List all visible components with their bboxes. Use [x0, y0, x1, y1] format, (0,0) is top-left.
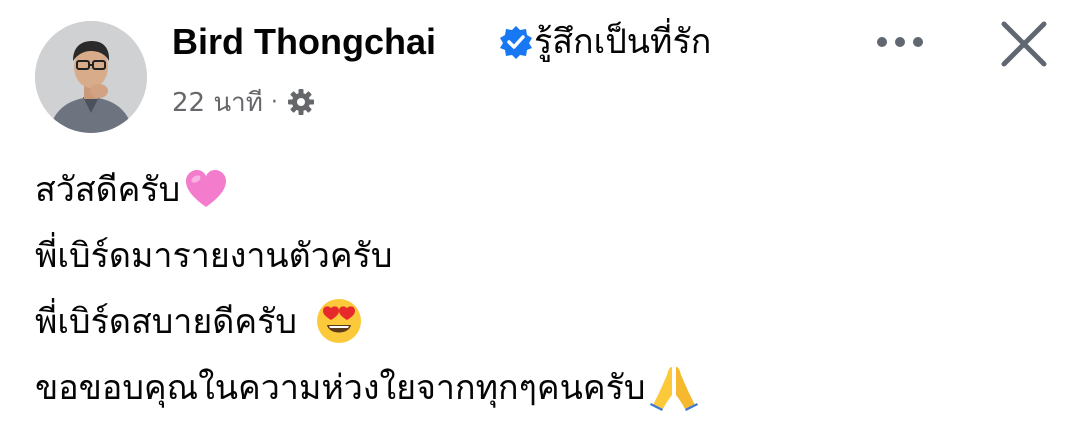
post-line: พี่เบิร์ดสบายดีครับ	[35, 288, 1055, 354]
heart-eyes-emoji	[315, 297, 363, 345]
post-line-text: ขอขอบคุณในความห่วงใยจากทุกๆคนครับ	[35, 368, 646, 408]
post-line-text: พี่เบิร์ดสบายดีครับ	[35, 302, 297, 342]
pink-heart-emoji	[184, 169, 228, 209]
post-line-text: พี่เบิร์ดมารายงานตัวครับ	[35, 236, 393, 276]
meta-separator: ·	[270, 89, 278, 115]
author-name[interactable]: Bird Thongchai	[172, 18, 436, 66]
more-dot	[913, 37, 923, 47]
more-dot	[877, 37, 887, 47]
close-icon[interactable]	[996, 16, 1052, 72]
gear-icon[interactable]	[286, 87, 316, 117]
avatar[interactable]	[35, 21, 147, 133]
post-line: สวัสดีครับ	[35, 156, 1055, 222]
folded-hands-emoji	[649, 363, 699, 411]
more-dot	[895, 37, 905, 47]
post-meta: 22 นาที ·	[172, 84, 316, 120]
post-line-text: สวัสดีครับ	[35, 170, 181, 210]
verified-badge-icon	[498, 24, 534, 60]
post-timestamp[interactable]: 22 นาที	[172, 82, 263, 123]
post-line: พี่เบิร์ดมารายงานตัวครับ	[35, 222, 1055, 288]
post-text: สวัสดีครับ พี่เบิร์ดมารายงานตัวครับ พี่เ…	[35, 156, 1055, 420]
feeling-status: รู้สึกเป็นที่รัก	[534, 22, 712, 62]
more-options-icon[interactable]	[868, 24, 932, 60]
post-line: ขอขอบคุณในความห่วงใยจากทุกๆคนครับ	[35, 354, 1055, 420]
